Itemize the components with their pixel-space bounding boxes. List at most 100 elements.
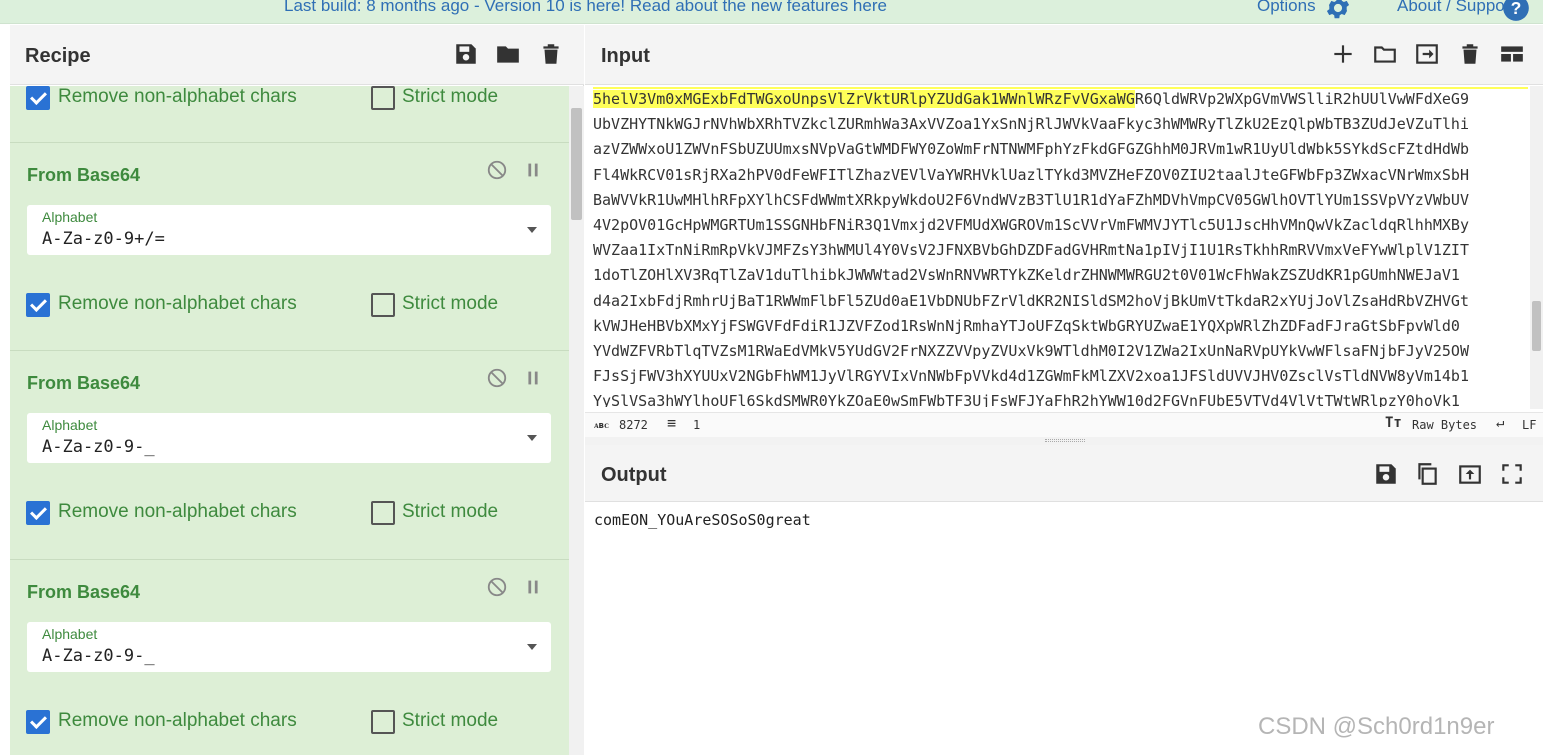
layout-icon[interactable]	[1499, 41, 1525, 67]
char-count-icon: ᴀʙᴄ	[594, 421, 609, 431]
operation-from-base64: From Base64 Alphabet A-Za-z0-9-_ Remove …	[10, 560, 569, 755]
build-notice-text: Last build: 8 months ago - Version 10 is…	[284, 0, 853, 15]
alphabet-value: A-Za-z0-9-_	[42, 646, 155, 666]
replace-input-icon[interactable]	[1457, 461, 1483, 487]
strict-mode-label: Strict mode	[402, 86, 499, 107]
input-scrollbar[interactable]	[1530, 86, 1543, 409]
input-line: Fl4WkRCV01sRjRXa2hPV0dFeWFITlZhazVEVlVaY…	[593, 165, 1469, 184]
remove-nonalphabet-checkbox[interactable]	[26, 710, 50, 734]
options-link[interactable]: Options	[1257, 0, 1316, 16]
input-textarea[interactable]: 5helV3Vm0xMGExbFdTWGxoUnpsVlZrVktURlpYZU…	[593, 87, 1528, 407]
input-line: UbVZHYTNkWGJrNVhWbXRhTVZkclZURmhWa3AxVVZ…	[593, 115, 1469, 134]
output-title: Output	[601, 464, 667, 486]
output-header: Output	[585, 445, 1543, 502]
save-icon[interactable]	[1373, 461, 1399, 487]
input-line: d4a2IxbFdjRmhrUjBaT1RWWmFlbFl5ZUd0aE1VbD…	[593, 291, 1469, 310]
pane-resize-divider[interactable]	[585, 437, 1543, 445]
eol-label[interactable]: LF	[1522, 418, 1536, 432]
output-pane: Output comEON_YOuAreSOSoS0great	[585, 445, 1543, 755]
recipe-pane: Recipe Remove non-alphabet chars Strict …	[0, 25, 584, 755]
operation-title: From Base64	[27, 582, 141, 602]
alphabet-label: Alphabet	[42, 209, 98, 225]
strict-mode-checkbox[interactable]	[371, 293, 395, 317]
resize-grip[interactable]	[1045, 439, 1085, 442]
operation-title: From Base64	[27, 373, 141, 393]
pause-icon[interactable]	[522, 367, 544, 389]
remove-nonalphabet-label: Remove non-alphabet chars	[58, 86, 297, 107]
strict-mode-label: Strict mode	[402, 293, 499, 314]
trash-icon[interactable]	[538, 41, 564, 67]
alphabet-label: Alphabet	[42, 417, 98, 433]
input-line: azVZWWxoU1ZWVnFSbUZUUmxsNVpVaGtWMDFWY0Zo…	[593, 140, 1469, 159]
input-line: WVZaa1IxTnNiRmRpVkVJMFZsY3hWMUl4Y0VsV2JF…	[593, 241, 1469, 260]
input-line: 5helV3Vm0xMGExbFdTWGxoUnpsVlZrVktURlpYZU…	[593, 87, 1528, 112]
remove-nonalphabet-checkbox[interactable]	[26, 293, 50, 317]
copy-icon[interactable]	[1414, 461, 1440, 487]
strict-mode-checkbox[interactable]	[371, 710, 395, 734]
encoding-label[interactable]: Raw Bytes	[1412, 418, 1477, 432]
alphabet-value: A-Za-z0-9-_	[42, 437, 155, 457]
features-link[interactable]: here	[853, 0, 887, 15]
alphabet-select[interactable]: Alphabet A-Za-z0-9+/=	[27, 205, 551, 255]
strict-mode-checkbox[interactable]	[371, 86, 395, 110]
alphabet-select[interactable]: Alphabet A-Za-z0-9-_	[27, 622, 551, 672]
disable-icon[interactable]	[486, 576, 508, 598]
chevron-down-icon[interactable]	[527, 227, 537, 233]
lines-icon: ≡	[667, 414, 677, 432]
gear-icon[interactable]	[1324, 0, 1352, 22]
operation-from-base64: From Base64 Alphabet A-Za-z0-9+/= Remove…	[10, 143, 569, 351]
trash-icon[interactable]	[1457, 41, 1483, 67]
open-file-icon[interactable]	[1414, 41, 1440, 67]
operation-partial: Remove non-alphabet chars Strict mode	[10, 86, 569, 143]
alphabet-select[interactable]: Alphabet A-Za-z0-9-_	[27, 413, 551, 463]
watermark: CSDN @Sch0rd1n9er	[1258, 713, 1495, 740]
recipe-scrollbar[interactable]	[569, 86, 584, 755]
svg-text:?: ?	[1511, 0, 1522, 18]
add-tab-icon[interactable]	[1330, 41, 1356, 67]
input-scrollbar-thumb[interactable]	[1532, 301, 1541, 351]
operation-from-base64: From Base64 Alphabet A-Za-z0-9-_ Remove …	[10, 351, 569, 560]
input-pane: Input 5helV3Vm0xMGExbFdTWGxoUnpsVlZrVktU…	[585, 25, 1543, 437]
input-line: 1doTlZOHlXV3RqTlZaV1duTlhibkJWWWtad2VsWn…	[593, 266, 1460, 285]
eol-icon[interactable]: ↵	[1496, 415, 1504, 431]
input-line: 4V2pOV01GcHpWMGRTUm1SSGNHbFNiR3Q1Vmxjd2V…	[593, 215, 1469, 234]
strict-mode-checkbox[interactable]	[371, 501, 395, 525]
folder-icon[interactable]	[495, 41, 521, 67]
remove-nonalphabet-label: Remove non-alphabet chars	[58, 501, 297, 522]
chevron-down-icon[interactable]	[527, 644, 537, 650]
alphabet-value: A-Za-z0-9+/=	[42, 229, 165, 249]
operation-title: From Base64	[27, 165, 141, 185]
input-line: kVWJHeHBVbXMxYjFSWGVFdFdiR1JZVFZod1RsWnN…	[593, 316, 1460, 335]
save-icon[interactable]	[453, 41, 479, 67]
recipe-header: Recipe	[10, 25, 584, 85]
maximize-icon[interactable]	[1499, 461, 1525, 487]
top-banner: Last build: 8 months ago - Version 10 is…	[0, 0, 1543, 24]
text-encoding-icon[interactable]: Tт	[1385, 415, 1402, 431]
open-folder-icon[interactable]	[1372, 41, 1398, 67]
remove-nonalphabet-checkbox[interactable]	[26, 501, 50, 525]
pause-icon[interactable]	[522, 576, 544, 598]
recipe-operations-list: Remove non-alphabet chars Strict mode Fr…	[10, 86, 569, 755]
remove-nonalphabet-label: Remove non-alphabet chars	[58, 710, 297, 731]
strict-mode-label: Strict mode	[402, 710, 499, 731]
chevron-down-icon[interactable]	[527, 435, 537, 441]
input-title: Input	[601, 45, 650, 67]
alphabet-label: Alphabet	[42, 626, 98, 642]
input-line: BaWVVkR1UwMHlhRFpXYlhCSFdWWmtXRkpyWkdoU2…	[593, 190, 1469, 209]
input-line: YVdWZFVRbTlqTVZsM1RWaEdVMkV5YUdGV2FrNXZZ…	[593, 341, 1469, 360]
recipe-title: Recipe	[25, 45, 91, 67]
input-header: Input	[585, 25, 1543, 85]
pause-icon[interactable]	[522, 159, 544, 181]
output-text[interactable]: comEON_YOuAreSOSoS0great	[594, 511, 811, 529]
about-support-link[interactable]: About / Support	[1397, 0, 1515, 16]
help-icon[interactable]: ?	[1502, 0, 1530, 22]
disable-icon[interactable]	[486, 159, 508, 181]
recipe-scrollbar-thumb[interactable]	[571, 108, 582, 220]
strict-mode-label: Strict mode	[402, 501, 499, 522]
disable-icon[interactable]	[486, 367, 508, 389]
line-count: 1	[693, 418, 701, 432]
cyberchef-window: Last build: 8 months ago - Version 10 is…	[0, 0, 1543, 755]
remove-nonalphabet-checkbox[interactable]	[26, 86, 50, 110]
input-line-rest: R6QldWRVp2WXpGVmVWSlliR2hUUlVwWFdXeG9	[1134, 90, 1469, 108]
char-count: 8272	[619, 418, 648, 432]
